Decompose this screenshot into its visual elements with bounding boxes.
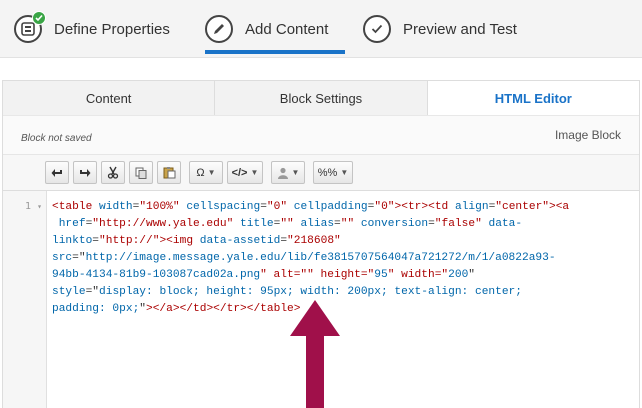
pencil-icon	[205, 15, 233, 43]
redo-button[interactable]	[73, 161, 97, 184]
redo-icon	[80, 168, 91, 177]
annotation-arrow-icon	[290, 300, 340, 408]
percent-icon: %%	[317, 166, 338, 179]
line-number: 1 ▾	[25, 201, 42, 212]
person-icon	[277, 167, 288, 179]
merge-fields-dropdown[interactable]: %% ▼	[313, 161, 353, 184]
block-type-label: Image Block	[554, 128, 621, 142]
code-line: linkto="http://"><img data-assetid="2186…	[52, 235, 341, 247]
step-add-content[interactable]: Add Content	[205, 13, 328, 45]
tab-html-editor[interactable]: HTML Editor	[427, 81, 639, 115]
paste-button[interactable]	[157, 161, 181, 184]
undo-button[interactable]	[45, 161, 69, 184]
tab-block-settings[interactable]: Block Settings	[215, 81, 428, 115]
code-line: <table width="100%" cellspacing="0" cell…	[52, 201, 570, 213]
code-icon: </>	[231, 166, 248, 179]
properties-icon	[14, 11, 46, 43]
step-preview-and-test[interactable]: Preview and Test	[363, 13, 517, 45]
copy-icon	[135, 167, 147, 179]
checkmark-icon	[32, 11, 46, 25]
tab-content[interactable]: Content	[3, 81, 216, 115]
line-gutter: 1 ▾	[3, 191, 47, 408]
personalization-dropdown[interactable]: ▼	[271, 161, 305, 184]
cut-button[interactable]	[101, 161, 125, 184]
step-label: Add Content	[245, 20, 329, 38]
block-save-status: Block not saved	[21, 133, 92, 144]
block-status-bar: Block not saved Image Block	[3, 115, 639, 155]
step-label: Preview and Test	[403, 20, 517, 38]
special-chars-dropdown[interactable]: Ω ▼	[189, 161, 223, 184]
check-circle-icon	[363, 15, 391, 43]
cut-icon	[107, 166, 119, 179]
step-define-properties[interactable]: Define Properties	[14, 11, 170, 45]
code-line: 94bb-4134-81b9-103087cad02a.png" alt="" …	[52, 269, 476, 281]
step-label: Define Properties	[54, 20, 170, 38]
editor-tabs: Content Block Settings HTML Editor	[2, 80, 640, 115]
paste-icon	[163, 167, 175, 179]
editor-toolbar: Ω ▼ </> ▼ ▼ %% ▼	[3, 155, 639, 191]
source-code-dropdown[interactable]: </> ▼	[227, 161, 263, 184]
code-line: href="http://www.yale.edu" title="" alia…	[52, 218, 523, 230]
active-step-indicator	[205, 50, 345, 54]
copy-button[interactable]	[129, 161, 153, 184]
code-line: src="http://image.message.yale.edu/lib/f…	[52, 252, 556, 264]
omega-icon: Ω	[196, 166, 205, 179]
undo-icon	[51, 168, 62, 177]
wizard-steps: Define Properties Add Content Preview an…	[0, 0, 642, 58]
